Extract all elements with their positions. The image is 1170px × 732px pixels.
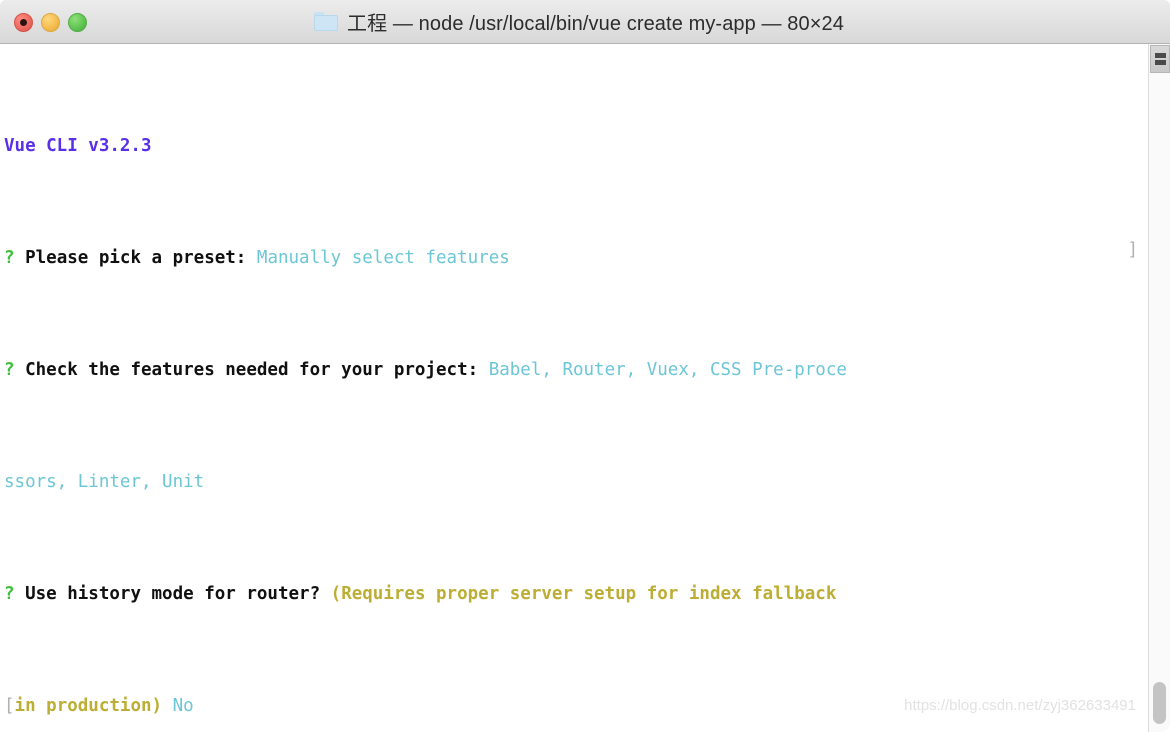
line-vue-cli-version: Vue CLI v3.2.3: [4, 132, 847, 160]
line-features: ? Check the features needed for your pro…: [4, 356, 847, 384]
window-controls: [14, 0, 87, 44]
question-history-mode: Use history mode for router?: [25, 584, 321, 604]
line-history-mode-cont: [in production) No: [4, 692, 847, 720]
answer-preset: Manually select features: [256, 248, 510, 268]
terminal-output[interactable]: Vue CLI v3.2.3 ? Please pick a preset: M…: [0, 44, 1170, 732]
maximize-button[interactable]: [68, 12, 87, 32]
terminal-text: Vue CLI v3.2.3 ? Please pick a preset: M…: [0, 44, 847, 732]
question-features: Check the features needed for your proje…: [25, 360, 479, 380]
title-bar[interactable]: 工程 — node /usr/local/bin/vue create my-a…: [0, 0, 1170, 44]
hint-history-mode: (Requires proper server setup for index …: [330, 584, 837, 604]
watermark: https://blog.csdn.net/zyj362633491: [904, 697, 1136, 714]
bracket-open: [: [4, 696, 15, 716]
close-button[interactable]: [14, 12, 33, 32]
bracket-close: ]: [1127, 240, 1138, 260]
answer-history-mode: No: [172, 696, 194, 716]
prompt-marker: ?: [4, 248, 15, 268]
scroll-thumb[interactable]: [1153, 682, 1166, 724]
terminal-window: 工程 — node /usr/local/bin/vue create my-a…: [0, 0, 1170, 732]
window-title: 工程 — node /usr/local/bin/vue create my-a…: [347, 13, 844, 35]
vue-cli-version: Vue CLI v3.2.3: [4, 136, 152, 156]
answer-features-cont: ssors, Linter, Unit: [4, 472, 205, 492]
title-bar-content: 工程 — node /usr/local/bin/vue create my-a…: [314, 7, 844, 36]
prompt-marker: ?: [4, 584, 15, 604]
line-history-mode: ? Use history mode for router? (Requires…: [4, 580, 847, 608]
answer-features: Babel, Router, Vuex, CSS Pre-proce: [488, 360, 847, 380]
hint-history-mode-cont: in production): [14, 696, 163, 716]
minimize-button[interactable]: [41, 12, 60, 32]
scroll-lines-icon[interactable]: [1150, 45, 1170, 73]
prompt-marker: ?: [4, 360, 15, 380]
line-preset: ? Please pick a preset: Manually select …: [4, 244, 847, 272]
folder-icon: [314, 12, 339, 31]
question-preset: Please pick a preset:: [25, 248, 247, 268]
line-features-cont: ssors, Linter, Unit: [4, 468, 847, 496]
scrollbar[interactable]: [1148, 44, 1170, 732]
